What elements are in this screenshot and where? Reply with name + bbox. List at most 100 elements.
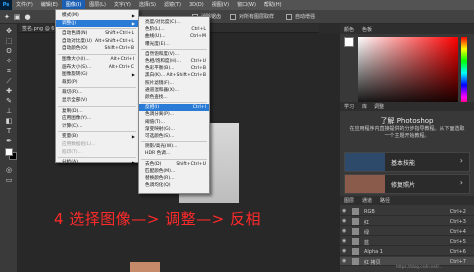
menu-row[interactable]: HDR 色调...: [139, 150, 209, 157]
menu-item[interactable]: 文件(F): [12, 0, 37, 10]
menu-row-label: 计算(C)...: [62, 123, 83, 129]
menu-row[interactable]: 亮度/对比度(C)...: [139, 19, 209, 26]
learn-card-basic-skills[interactable]: 基本技能 ›: [344, 152, 470, 172]
menu-row[interactable]: 反相(I) Ctrl+I: [139, 104, 209, 112]
marquee-tool-icon[interactable]: ⬚: [3, 37, 15, 46]
menu-separator: [141, 141, 207, 143]
menu-row[interactable]: 分析(A) ▶: [56, 159, 138, 166]
lasso-tool-icon[interactable]: ʘ: [3, 47, 15, 56]
menu-row[interactable]: 渐变映射(G)...: [139, 126, 209, 133]
stamp-tool-icon[interactable]: ⊥: [3, 107, 15, 116]
quick-mask-icon[interactable]: ◎: [3, 166, 15, 175]
menu-row[interactable]: 去色(D) Shift+Ctrl+U: [139, 161, 209, 168]
menu-row[interactable]: 应用图像(Y)...: [56, 115, 138, 122]
eye-icon[interactable]: ◉: [342, 248, 346, 254]
hue-slider[interactable]: [461, 37, 467, 109]
menu-row[interactable]: 黑白(K)... Alt+Shift+Ctrl+B: [139, 72, 209, 79]
menu-row[interactable]: 可选颜色(S)...: [139, 133, 209, 140]
menu-row[interactable]: 替换颜色(R)...: [139, 175, 209, 182]
menu-item[interactable]: 3D(D): [185, 0, 208, 10]
channel-shortcut: Ctrl+6: [449, 249, 466, 255]
submenu-arrow-icon: ▶: [131, 160, 135, 166]
eye-icon[interactable]: ◉: [342, 228, 346, 234]
screen-mode-icon[interactable]: ▭: [3, 176, 15, 185]
menu-row[interactable]: 画布大小(S)... Alt+Ctrl+C: [56, 64, 138, 71]
menu-row[interactable]: 颜色查找...: [139, 94, 209, 101]
healing-brush-icon[interactable]: ✚: [3, 87, 15, 96]
menu-row[interactable]: 曝光度(E)...: [139, 41, 209, 48]
menu-row[interactable]: 裁切(R)...: [56, 89, 138, 96]
tab-paths[interactable]: 路径: [380, 197, 390, 204]
menu-row[interactable]: 匹配颜色(M)...: [139, 168, 209, 175]
foreground-color-swatch[interactable]: [5, 148, 13, 156]
channel-row[interactable]: ◉ 蓝 Ctrl+5: [340, 237, 474, 246]
menu-row: 陷印(T)...: [56, 149, 138, 156]
menu-row[interactable]: 曲线(U)... Ctrl+M: [139, 33, 209, 40]
magic-wand-tool-icon[interactable]: ✦: [4, 13, 10, 21]
menu-row[interactable]: 显示全部(V): [56, 97, 138, 104]
channel-row[interactable]: ◉ 红 Ctrl+3: [340, 217, 474, 226]
menu-row[interactable]: 自动色调(N) Shift+Ctrl+L: [56, 30, 138, 37]
menu-row[interactable]: 自动对比度(U) Alt+Shift+Ctrl+L: [56, 38, 138, 45]
menu-row[interactable]: 变量(B) ▶: [56, 133, 138, 140]
tutorial-annotation: 4 选择图像—> 调整—> 反相: [54, 210, 261, 228]
menu-row[interactable]: 阈值(T)...: [139, 119, 209, 126]
menu-row[interactable]: 自动颜色(O) Shift+Ctrl+B: [56, 45, 138, 52]
tab-color[interactable]: 颜色: [344, 26, 354, 33]
menu-row[interactable]: 色相/饱和度(H)... Ctrl+U: [139, 58, 209, 65]
menu-row[interactable]: 色调均化(Q): [139, 182, 209, 189]
eyedropper-tool-icon[interactable]: ⟋: [3, 77, 15, 86]
menu-row[interactable]: 色彩平衡(B)... Ctrl+B: [139, 65, 209, 72]
menu-row[interactable]: 照片滤镜(F)...: [139, 80, 209, 87]
channel-row[interactable]: ◉ Alpha 1 Ctrl+6: [340, 247, 474, 256]
right-panel: 颜色 色板 学习 库 调整 了解 Photoshop 在应用程序内直接提供的分步…: [340, 24, 474, 272]
pen-tool-icon[interactable]: ✒: [3, 137, 15, 146]
menu-row[interactable]: 模式(M) ▶: [56, 12, 138, 19]
menu-row[interactable]: 复制(D)...: [56, 108, 138, 115]
menu-row[interactable]: 阴影/高光(W)...: [139, 143, 209, 150]
menu-row-shortcut: Ctrl+U: [190, 59, 206, 64]
eraser-tool-icon[interactable]: ◧: [3, 117, 15, 126]
menu-row[interactable]: 调整(J) ▶: [56, 19, 138, 27]
tab-channels[interactable]: 通道: [362, 197, 372, 204]
eye-icon[interactable]: ◉: [342, 258, 346, 264]
menu-item[interactable]: 帮助(H): [260, 0, 286, 10]
tab-libraries[interactable]: 库: [362, 103, 367, 110]
menu-row[interactable]: 裁剪(P): [56, 79, 138, 86]
menu-row[interactable]: 图像大小(I)... Alt+Ctrl+I: [56, 56, 138, 63]
menu-row[interactable]: 通道混和器(X)...: [139, 87, 209, 94]
tab-layers[interactable]: 图层: [344, 197, 354, 204]
menu-row-shortcut: Shift+Ctrl+B: [104, 46, 134, 52]
auto-enhance-checkbox[interactable]: [286, 14, 292, 20]
menu-item[interactable]: 视图(V): [208, 0, 233, 10]
menu-separator: [58, 131, 136, 133]
menu-item[interactable]: 窗口(W): [233, 0, 260, 10]
menu-row[interactable]: 图像旋转(G) ▶: [56, 71, 138, 78]
menu-row[interactable]: 色调分离(P)...: [139, 111, 209, 118]
color-picker-field[interactable]: [358, 37, 458, 109]
menu-row[interactable]: 色阶(L)... Ctrl+L: [139, 26, 209, 33]
magic-wand-icon[interactable]: ✧: [3, 57, 15, 66]
learn-card-fix-photo[interactable]: 修复照片 ›: [344, 174, 470, 194]
menu-row[interactable]: 计算(C)...: [56, 123, 138, 130]
channel-row[interactable]: ◉ 绿 Ctrl+4: [340, 227, 474, 236]
channel-row[interactable]: ◉ RGB Ctrl+2: [340, 207, 474, 216]
menu-row[interactable]: 自然饱和度(V)...: [139, 51, 209, 58]
menu-item[interactable]: 滤镜(T): [160, 0, 185, 10]
tab-swatches[interactable]: 色板: [362, 26, 372, 33]
learn-panel-tabs: 学习 库 调整: [340, 102, 474, 111]
sample-all-layers-checkbox[interactable]: [230, 14, 236, 20]
brush-tool-icon[interactable]: ✎: [3, 97, 15, 106]
tab-learn[interactable]: 学习: [344, 103, 354, 110]
brush-size-icon[interactable]: ●: [25, 13, 31, 21]
current-color-swatch[interactable]: [344, 37, 354, 47]
selection-mode-icon[interactable]: ▣: [14, 13, 21, 21]
eye-icon[interactable]: ◉: [342, 208, 346, 214]
tab-adjustments[interactable]: 调整: [374, 103, 384, 110]
move-tool-icon[interactable]: ✥: [3, 27, 15, 36]
menu-row-label: 阴影/高光(W)...: [145, 144, 178, 150]
crop-tool-icon[interactable]: ⌗: [3, 67, 15, 76]
eye-icon[interactable]: ◉: [342, 238, 346, 244]
type-tool-icon[interactable]: T: [3, 127, 15, 136]
eye-icon[interactable]: ◉: [342, 218, 346, 224]
